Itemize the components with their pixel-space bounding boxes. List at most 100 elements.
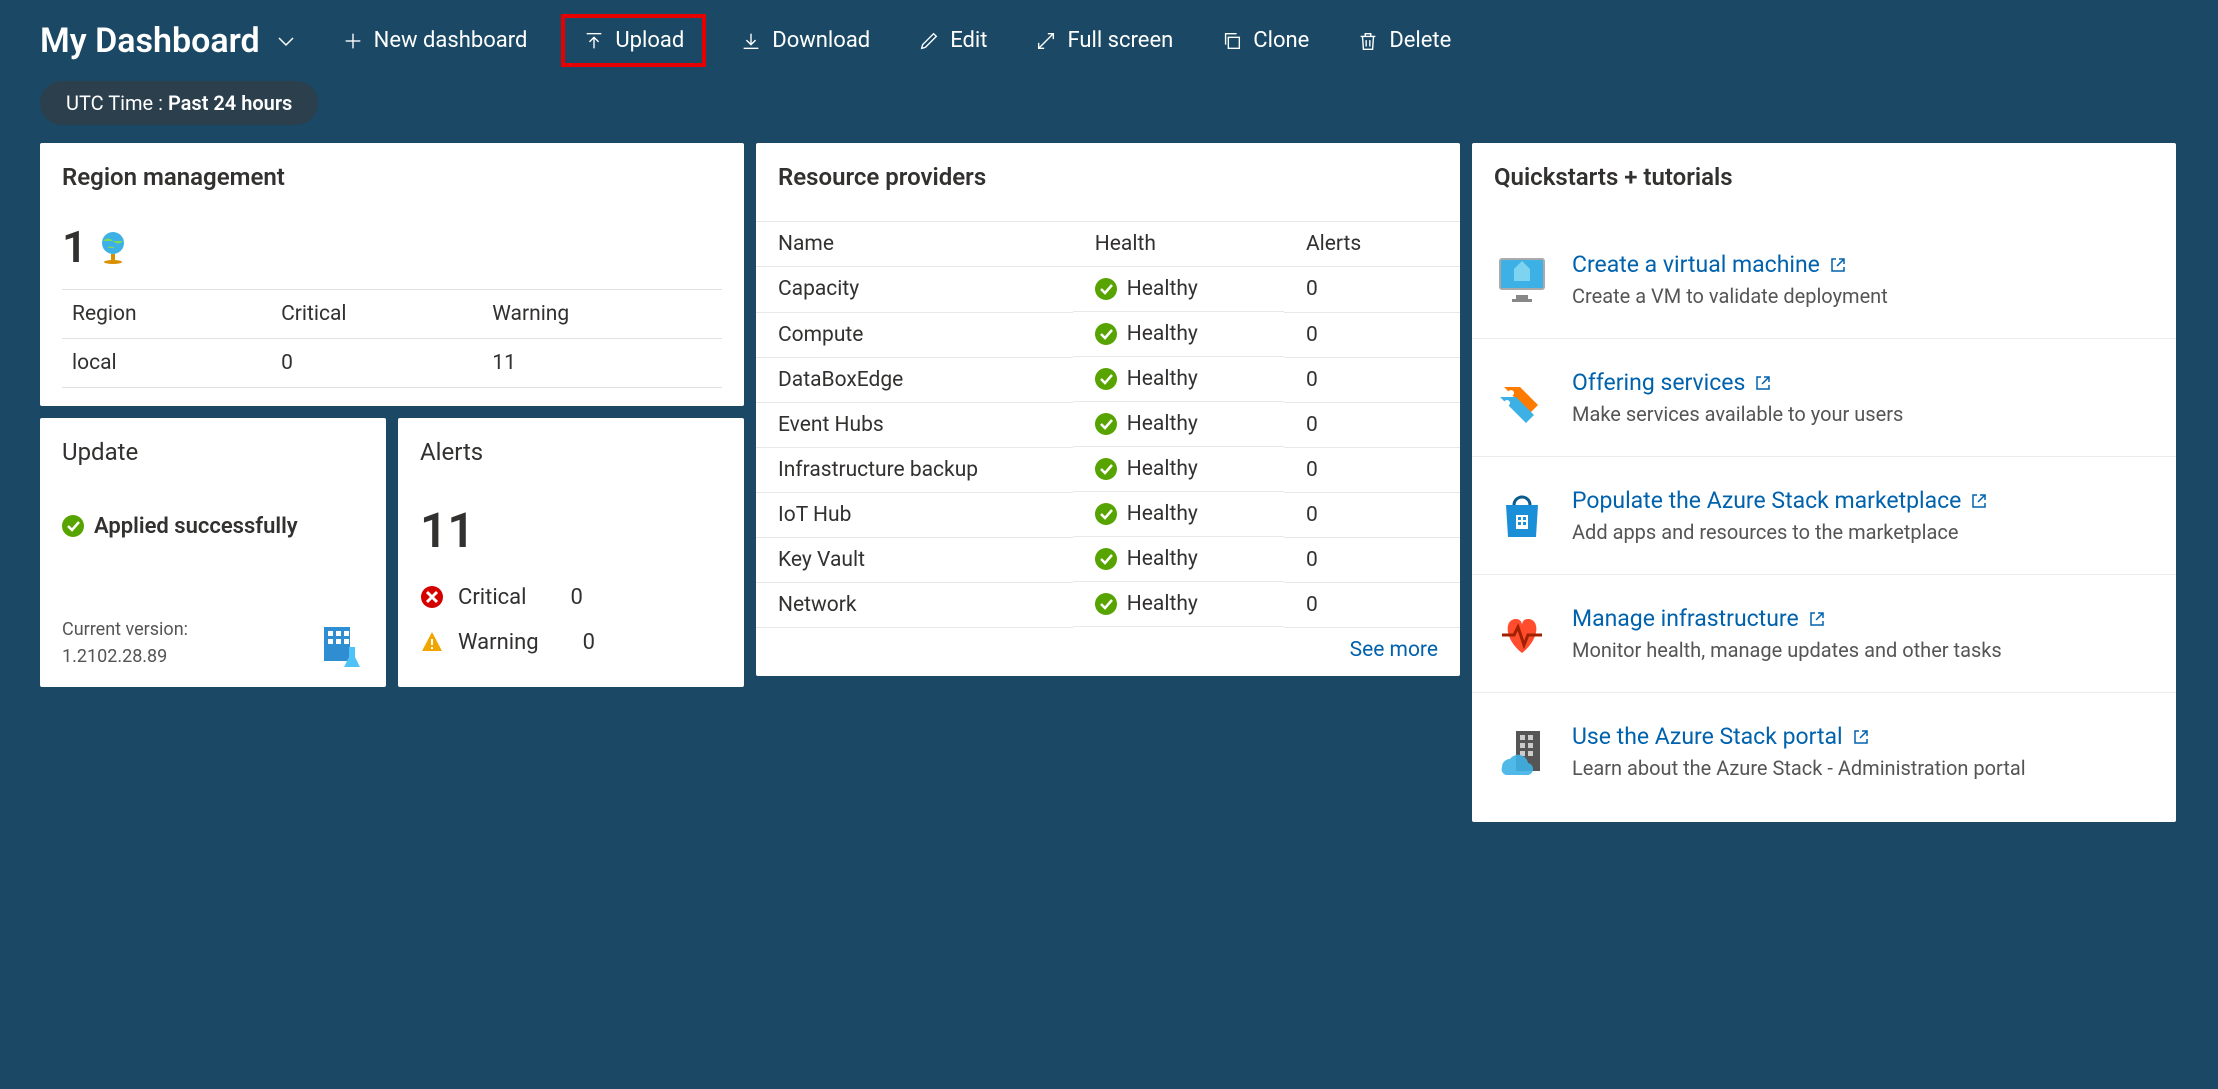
healthy-icon [1095,458,1117,480]
resource-providers-table: Name Health Alerts CapacityHealthy0Compu… [756,221,1460,628]
rp-cell-name: Infrastructure backup [756,447,1073,492]
rp-cell-name: Network [756,582,1073,627]
dashboard-title-selector[interactable]: My Dashboard [40,21,298,61]
clone-icon [1221,30,1243,52]
alerts-count: 11 [420,502,722,559]
download-label: Download [772,28,870,53]
download-icon [740,30,762,52]
region-cell-critical: 0 [271,339,482,388]
quickstart-desc: Learn about the Azure Stack - Administra… [1572,756,2026,780]
rp-cell-health: Healthy [1073,447,1284,492]
edit-label: Edit [950,28,987,53]
rp-cell-health: Healthy [1073,357,1284,402]
rp-cell-health: Healthy [1073,402,1284,447]
healthy-icon [1095,323,1117,345]
download-button[interactable]: Download [726,20,884,61]
rp-col-name: Name [756,222,1073,267]
update-title: Update [40,418,386,496]
warning-icon [420,630,444,654]
region-cell-warning: 11 [482,339,722,388]
rp-cell-name: Capacity [756,267,1073,313]
update-version-label: Current version: [62,619,188,640]
healthy-icon [1095,503,1117,525]
update-status: Applied successfully [62,514,364,539]
quickstart-desc: Monitor health, manage updates and other… [1572,638,2002,662]
new-dashboard-button[interactable]: New dashboard [328,20,542,61]
plus-icon [342,30,364,52]
delete-button[interactable]: Delete [1343,20,1465,61]
rp-cell-alerts: 0 [1284,357,1460,402]
rp-cell-name: Compute [756,312,1073,357]
rp-cell-alerts: 0 [1284,492,1460,537]
region-col-critical: Critical [271,290,482,339]
upload-button[interactable]: Upload [561,14,706,67]
healthy-icon [1095,548,1117,570]
region-table: Region Critical Warning local 0 11 [62,289,722,392]
update-version: 1.2102.28.89 [62,646,167,667]
dashboard-toolbar: My Dashboard New dashboard Upload Downlo… [0,0,2218,75]
delete-label: Delete [1389,28,1451,53]
full-screen-button[interactable]: Full screen [1021,20,1187,61]
quickstart-link[interactable]: Offering services [1572,369,1903,396]
quickstart-link[interactable]: Use the Azure Stack portal [1572,723,2026,750]
region-table-row[interactable]: local 0 11 [62,339,722,388]
quickstart-icon [1494,487,1550,543]
rp-table-row[interactable]: Event HubsHealthy0 [756,402,1460,447]
quickstart-item[interactable]: Offering services Make services availabl… [1472,339,2176,457]
quickstart-link[interactable]: Manage infrastructure [1572,605,2002,632]
rp-cell-name: Event Hubs [756,402,1073,447]
alerts-critical-label: Critical [458,585,527,610]
time-filter-row: UTC Time : Past 24 hours [0,75,2218,143]
update-tile[interactable]: Update Applied successfully Current vers… [40,418,386,687]
healthy-icon [1095,368,1117,390]
rp-table-row[interactable]: Infrastructure backupHealthy0 [756,447,1460,492]
rp-table-row[interactable]: NetworkHealthy0 [756,582,1460,627]
rp-table-row[interactable]: CapacityHealthy0 [756,267,1460,313]
dashboard-grid: Region management 1 Region Critical Warn… [0,143,2218,822]
quickstart-link[interactable]: Populate the Azure Stack marketplace [1572,487,1987,514]
rp-table-header: Name Health Alerts [756,222,1460,267]
upload-label: Upload [615,28,684,53]
time-filter-pill[interactable]: UTC Time : Past 24 hours [40,81,318,125]
new-dashboard-label: New dashboard [374,28,528,53]
quickstart-item[interactable]: Create a virtual machine Create a VM to … [1472,221,2176,339]
quickstart-desc: Add apps and resources to the marketplac… [1572,520,1987,544]
rp-col-alerts: Alerts [1284,222,1460,267]
rp-table-row[interactable]: DataBoxEdgeHealthy0 [756,357,1460,402]
rp-table-row[interactable]: Key VaultHealthy0 [756,537,1460,582]
quickstart-icon [1494,605,1550,661]
critical-icon [420,585,444,609]
resource-providers-title: Resource providers [756,143,1460,221]
region-count: 1 [62,221,87,273]
see-more-link[interactable]: See more [1350,638,1438,662]
edit-button[interactable]: Edit [904,20,1001,61]
healthy-icon [1095,278,1117,300]
external-link-icon [1755,375,1771,391]
alerts-warning-label: Warning [458,630,539,655]
toolbar-actions: New dashboard Upload Download Edit Full … [328,14,1466,67]
rp-table-row[interactable]: ComputeHealthy0 [756,312,1460,357]
quickstarts-tile: Quickstarts + tutorials Create a virtual… [1472,143,2176,822]
rp-cell-health: Healthy [1073,537,1284,582]
rp-col-health: Health [1073,222,1284,267]
rp-cell-health: Healthy [1073,492,1284,537]
region-management-tile[interactable]: Region management 1 Region Critical Warn… [40,143,744,406]
clone-button[interactable]: Clone [1207,20,1323,61]
quickstart-item[interactable]: Use the Azure Stack portal Learn about t… [1472,693,2176,810]
external-link-icon [1830,257,1846,273]
alerts-warning-row[interactable]: Warning 0 [420,620,722,665]
alerts-critical-row[interactable]: Critical 0 [420,575,722,620]
alerts-warning-value: 0 [583,630,595,655]
resource-providers-tile[interactable]: Resource providers Name Health Alerts Ca… [756,143,1460,676]
external-link-icon [1971,493,1987,509]
quickstart-desc: Create a VM to validate deployment [1572,284,1888,308]
healthy-icon [1095,593,1117,615]
rp-table-row[interactable]: IoT HubHealthy0 [756,492,1460,537]
quickstart-link[interactable]: Create a virtual machine [1572,251,1888,278]
rp-cell-name: Key Vault [756,537,1073,582]
alerts-title: Alerts [398,418,744,496]
quickstart-item[interactable]: Populate the Azure Stack marketplace Add… [1472,457,2176,575]
alerts-tile[interactable]: Alerts 11 Critical 0 Warning [398,418,744,687]
quickstart-item[interactable]: Manage infrastructure Monitor health, ma… [1472,575,2176,693]
region-cell-region: local [62,339,271,388]
